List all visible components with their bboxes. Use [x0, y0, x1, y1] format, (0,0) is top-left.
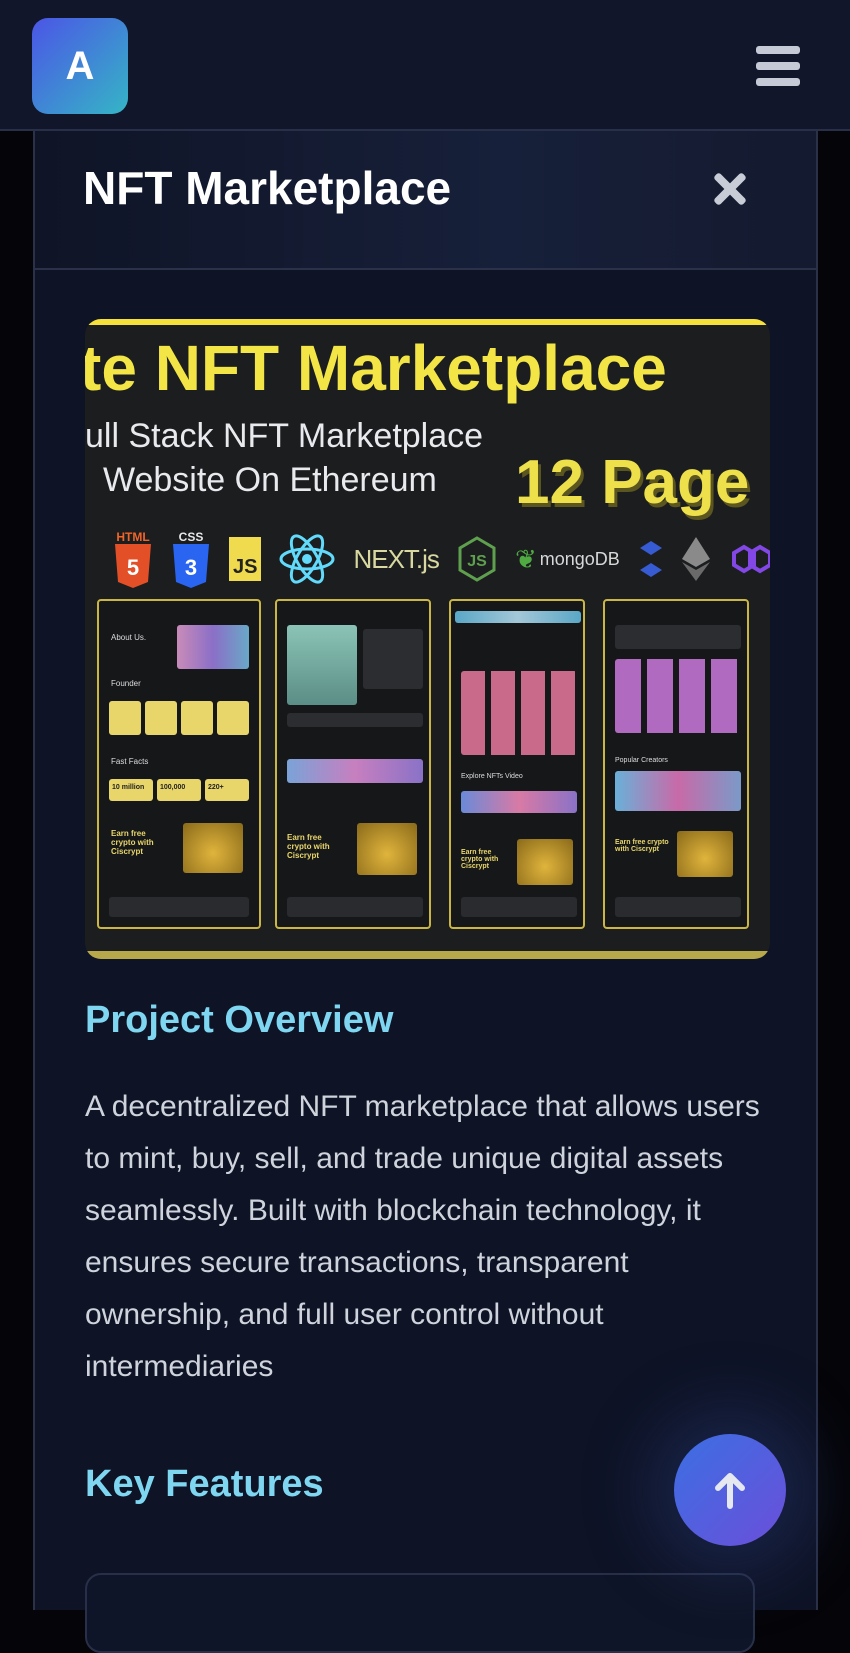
scroll-to-top-button[interactable]	[674, 1434, 786, 1546]
mockup-text-block	[363, 629, 423, 689]
modal-header: NFT Marketplace	[35, 131, 816, 270]
mockup-card	[181, 701, 213, 735]
mockup-footer	[461, 897, 577, 917]
tech-logos-row: HTML 5 CSS 3 JS NEXT.js JS ❦ mongoDB	[113, 529, 770, 589]
hero-subtitle-1: ull Stack NFT Marketplace	[85, 417, 484, 455]
features-heading: Key Features	[85, 1463, 324, 1505]
mockup-coins	[677, 831, 733, 877]
mockup-thumbs	[287, 759, 423, 783]
mockup-fact: 10 million	[109, 779, 153, 801]
nextjs-icon: NEXT.js	[353, 543, 439, 574]
svg-text:3: 3	[185, 555, 197, 580]
mockup-fact: 220+	[205, 779, 249, 801]
app-header: A	[0, 0, 850, 131]
mockup-card	[109, 701, 141, 735]
html5-icon: HTML 5	[113, 530, 153, 588]
mockup-creators-row	[615, 771, 741, 811]
ethereum-icon	[681, 537, 710, 581]
mockup-earn-label: Earn free crypto with Ciscrypt	[111, 829, 154, 856]
overview-description: A decentralized NFT marketplace that all…	[85, 1090, 760, 1383]
mockup-founder-label: Founder	[111, 679, 141, 688]
mockup-nft-detail-page: Earn free crypto with Ciscrypt	[275, 599, 431, 929]
mockup-facts-label: Fast Facts	[111, 757, 149, 766]
svg-text:JS: JS	[467, 553, 487, 570]
chainlink-icon	[638, 539, 664, 579]
hero-pages-badge: 12 Page	[515, 448, 750, 517]
mockup-explore-label: Explore NFTs Video	[461, 773, 523, 780]
mockup-grid	[461, 671, 577, 755]
hero-bottom-border	[85, 951, 770, 959]
modal-title: NFT Marketplace	[83, 162, 452, 214]
mockup-card	[145, 701, 177, 735]
hamburger-menu-icon[interactable]	[756, 46, 800, 86]
hero-top-border	[85, 319, 770, 325]
mockup-footer	[109, 897, 249, 917]
feature-card	[85, 1573, 755, 1653]
mockup-banner	[455, 611, 581, 623]
logo-button[interactable]: A	[32, 18, 128, 114]
mockup-coins	[183, 823, 243, 873]
css3-icon: CSS 3	[171, 530, 211, 588]
mockup-nft-image	[287, 625, 357, 705]
hero-subtitle-2: Website On Ethereum	[103, 461, 437, 499]
js-icon: JS	[229, 537, 262, 581]
mockup-bar	[287, 713, 423, 727]
mockup-footer	[615, 897, 741, 917]
menu-bar	[756, 46, 800, 54]
overview-heading: Project Overview	[85, 999, 394, 1041]
mockup-coins	[517, 839, 573, 885]
mockup-about-label: About Us.	[111, 633, 147, 642]
mockup-profile	[615, 625, 741, 649]
react-icon	[279, 534, 335, 584]
svg-text:5: 5	[127, 555, 139, 580]
polygon-icon	[728, 539, 770, 579]
mockup-earn-label: Earn free crypto with Ciscrypt	[461, 849, 499, 870]
mockup-grid	[615, 659, 741, 733]
menu-bar	[756, 62, 800, 70]
mockup-about-page: About Us. Founder Fast Facts 10 million …	[97, 599, 261, 929]
close-icon[interactable]	[706, 167, 752, 213]
mockup-author-page: Popular Creators Earn free crypto with C…	[603, 599, 749, 929]
mockup-fact: 100,000	[157, 779, 201, 801]
mockup-earn-label: Earn free crypto with Ciscrypt	[615, 839, 669, 853]
mockup-creators-label: Popular Creators	[615, 757, 668, 764]
logo-letter: A	[65, 43, 95, 88]
mockup-coins	[357, 823, 417, 875]
mockup-footer	[287, 897, 423, 917]
nodejs-icon: JS	[457, 536, 497, 582]
mockup-explore-page: Explore NFTs Video Earn free crypto with…	[449, 599, 585, 929]
mockup-image	[177, 625, 249, 669]
project-preview-image: te NFT Marketplace ull Stack NFT Marketp…	[85, 319, 770, 959]
hero-headline: te NFT Marketplace	[85, 332, 667, 404]
arrow-up-icon	[715, 1473, 745, 1509]
menu-bar	[756, 78, 800, 86]
mockup-card	[217, 701, 249, 735]
mongodb-icon: ❦ mongoDB	[514, 543, 620, 574]
project-modal: NFT Marketplace te NFT Marketplace ull S…	[33, 131, 818, 1653]
mockup-earn-label: Earn free crypto with Ciscrypt	[287, 833, 330, 860]
mockup-video-row	[461, 791, 577, 813]
